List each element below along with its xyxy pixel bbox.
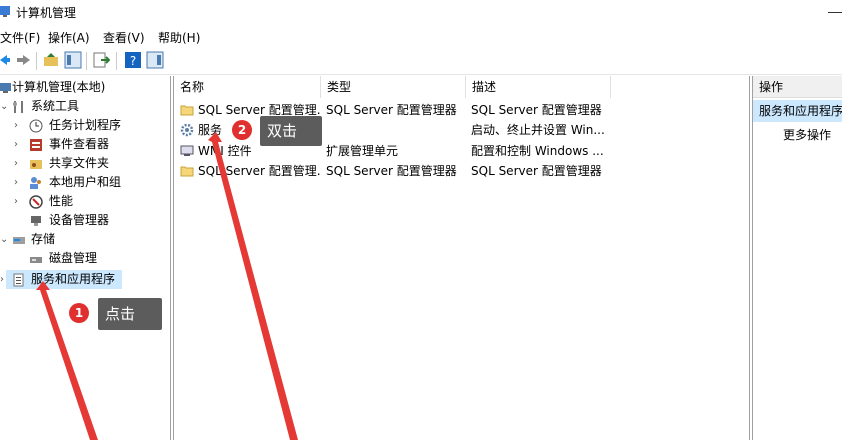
services-apps-icon <box>13 273 24 287</box>
tree-item-root[interactable]: 计算机管理(本地) <box>0 78 168 97</box>
menu-action[interactable]: 操作(A) <box>48 29 90 46</box>
menu-file[interactable]: 文件(F) <box>0 29 40 46</box>
menu-bar: 文件(F) 操作(A) 查看(V) 帮助(H) <box>0 27 842 47</box>
performance-icon <box>29 195 43 209</box>
tree-item-local-users[interactable]: › 本地用户和组 <box>0 173 168 192</box>
tree-label: 设备管理器 <box>49 213 110 227</box>
collapse-chevron-icon[interactable]: ⌄ <box>0 97 10 116</box>
actions-pane: 操作 服务和应用程序 更多操作 <box>752 76 842 440</box>
users-icon <box>30 177 41 189</box>
row-description: 启动、终止并设置 Win... <box>471 123 605 137</box>
tree-label: 计算机管理(本地) <box>12 80 106 94</box>
computer-management-icon <box>0 6 10 17</box>
svg-text:?: ? <box>130 54 136 68</box>
tree-item-services-apps[interactable]: › 服务和应用程序 <box>0 270 122 289</box>
device-manager-icon <box>31 216 41 226</box>
storage-icon <box>13 237 25 244</box>
title-bar: 计算机管理 <box>0 0 842 26</box>
expand-chevron-icon[interactable]: › <box>14 173 24 192</box>
tree-item-system-tools[interactable]: ⌄ 系统工具 <box>0 97 168 116</box>
column-header-description[interactable]: 描述 <box>466 76 611 98</box>
toolbar: ? <box>0 48 842 75</box>
step-2-callout: 双击 <box>260 116 322 146</box>
row-name: SQL Server 配置管理... <box>198 164 320 178</box>
row-type: 扩展管理单元 <box>326 144 399 158</box>
step-2-badge: 2 <box>232 120 252 140</box>
column-header-type[interactable]: 类型 <box>321 76 466 98</box>
tree-item-storage[interactable]: ⌄ 存储 <box>0 230 168 249</box>
tree-label: 磁盘管理 <box>49 251 98 265</box>
column-header-name[interactable]: 名称 <box>174 76 321 98</box>
tree-label: 事件查看器 <box>49 137 110 151</box>
row-description: SQL Server 配置管理器 <box>471 103 602 117</box>
help-icon[interactable]: ? <box>124 51 142 69</box>
up-folder-icon[interactable] <box>42 51 60 69</box>
show-hide-tree-icon[interactable] <box>64 51 82 69</box>
expand-chevron-icon[interactable]: › <box>14 135 24 154</box>
folder-icon <box>180 166 194 177</box>
forward-icon[interactable] <box>14 51 32 69</box>
tree-item-shared-folders[interactable]: › 共享文件夹 <box>0 154 168 173</box>
tree-item-task-scheduler[interactable]: › 任务计划程序 <box>0 116 168 135</box>
row-description: 配置和控制 Windows ... <box>471 144 604 158</box>
actions-section-services-apps[interactable]: 服务和应用程序 <box>753 100 842 122</box>
menu-view[interactable]: 查看(V) <box>103 29 145 46</box>
show-hide-action-pane-icon[interactable] <box>146 51 164 69</box>
shared-folder-icon <box>30 160 42 169</box>
collapse-chevron-icon[interactable]: ⌄ <box>0 230 10 249</box>
expand-chevron-icon[interactable]: › <box>0 270 10 289</box>
more-actions-link[interactable]: 更多操作 <box>783 126 831 144</box>
tree-label: 性能 <box>49 194 74 208</box>
step-1-callout: 点击 <box>98 298 162 330</box>
row-type <box>326 120 466 140</box>
disk-icon <box>30 257 42 263</box>
minimize-button[interactable] <box>828 12 842 13</box>
expand-chevron-icon[interactable]: › <box>14 116 24 135</box>
navigation-tree: 计算机管理(本地) ⌄ 系统工具 › 任务计划程序 › 事件查看器 › 共享文件… <box>0 76 171 440</box>
menu-help[interactable]: 帮助(H) <box>158 29 200 46</box>
gear-icon <box>180 123 194 137</box>
row-type: SQL Server 配置管理器 <box>326 103 457 117</box>
tree-label: 任务计划程序 <box>49 118 122 132</box>
export-list-icon[interactable] <box>92 51 110 69</box>
row-type: SQL Server 配置管理器 <box>326 164 457 178</box>
expand-chevron-icon[interactable]: › <box>14 192 24 211</box>
tree-item-event-viewer[interactable]: › 事件查看器 <box>0 135 168 154</box>
actions-header: 操作 <box>753 76 842 98</box>
tools-icon <box>13 101 23 113</box>
expand-chevron-icon[interactable]: › <box>14 154 24 173</box>
tree-label: 系统工具 <box>31 99 80 113</box>
tree-label: 存储 <box>31 232 56 246</box>
window-title: 计算机管理 <box>16 6 77 20</box>
tree-label: 共享文件夹 <box>49 156 110 170</box>
event-viewer-icon <box>30 139 42 151</box>
clock-icon <box>29 119 43 133</box>
tree-item-device-manager[interactable]: 设备管理器 <box>0 211 168 230</box>
wmi-control-icon <box>180 145 194 156</box>
tree-label: 本地用户和组 <box>49 175 122 189</box>
folder-icon <box>180 105 194 116</box>
tree-label: 服务和应用程序 <box>31 272 116 286</box>
step-1-badge: 1 <box>69 303 89 323</box>
tree-item-disk-management[interactable]: 磁盘管理 <box>0 249 168 268</box>
row-description: SQL Server 配置管理器 <box>471 164 602 178</box>
tree-item-performance[interactable]: › 性能 <box>0 192 168 211</box>
